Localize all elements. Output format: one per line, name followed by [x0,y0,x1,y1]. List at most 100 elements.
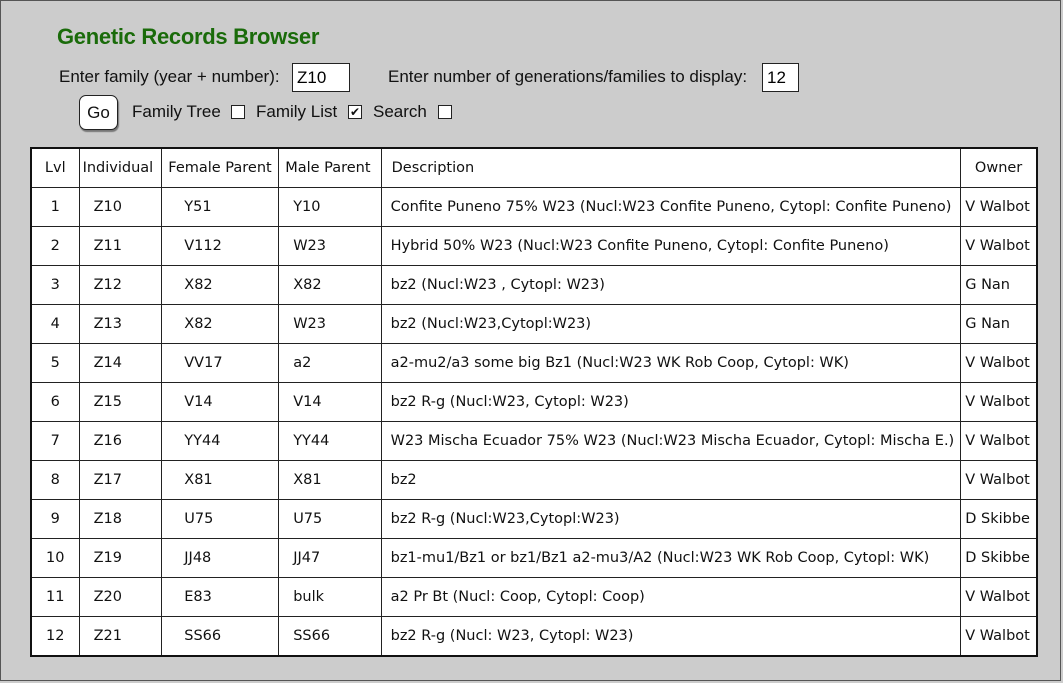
row-description: Confite Puneno 75% W23 (Nucl:W23 Confite… [380,187,962,227]
row-owner: V Walbot [960,616,1038,657]
go-button[interactable]: Go [79,95,118,130]
family-label: Enter family (year + number): [59,67,280,86]
row-owner: G Nan [960,304,1038,344]
row-description: bz2 R-g (Nucl: W23, Cytopl: W23) [380,616,962,657]
row-female-parent: V14 [161,382,280,422]
row-level: 7 [30,421,80,461]
row-owner: D Skibbe [960,499,1038,539]
row-owner: V Walbot [960,577,1038,617]
row-female-parent: JJ48 [161,538,280,578]
family-list-label: Family List [256,102,338,121]
table-row: 2 Z11 V112 W23 Hybrid 50% W23 (Nucl:W23 Conf… [30,226,1038,266]
row-individual: Z10 [78,187,163,227]
row-level: 3 [30,265,80,305]
row-description: bz2 [380,460,962,500]
row-description: a2-mu2/a3 some big Bz1 (Nucl:W23 WK Rob … [380,343,962,383]
row-male-parent: JJ47 [278,538,382,578]
row-owner: G Nan [960,265,1038,305]
row-female-parent: X82 [161,265,280,305]
row-male-parent: bulk [278,577,382,617]
row-description: bz2 (Nucl:W23,Cytopl:W23) [380,304,962,344]
row-male-parent: Y10 [278,187,382,227]
row-level: 6 [30,382,80,422]
row-level: 5 [30,343,80,383]
row-owner: V Walbot [960,343,1038,383]
row-female-parent: YY44 [161,421,280,461]
row-individual: Z11 [78,226,163,266]
row-male-parent: X82 [278,265,382,305]
query-row: Enter family (year + number): Enter numb… [59,63,1059,93]
table-row: 8 Z17 X81 X81 bz2 V Walbot [30,460,1038,500]
row-individual: Z21 [78,616,163,657]
row-female-parent: SS66 [161,616,280,657]
page-title: Genetic Records Browser [57,24,320,49]
row-female-parent: X81 [161,460,280,500]
table-header-row: Lvl Individual Female Parent Male Parent… [30,147,1038,188]
table-row: 4 Z13 X82 W23 bz2 (Nucl:W23,Cytopl:W23) G Nan [30,304,1038,344]
column-header: Lvl [30,147,80,188]
table-row: 5 Z14 VV17 a2 a2-mu2/a3 some big Bz1 (Nucl:W… [30,343,1038,383]
row-level: 8 [30,460,80,500]
row-female-parent: V112 [161,226,280,266]
row-description: Hybrid 50% W23 (Nucl:W23 Confite Puneno,… [380,226,962,266]
table-row: 7 Z16 YY44 YY44 W23 Mischa Ecuador 75% W23 (… [30,421,1038,461]
row-male-parent: W23 [278,226,382,266]
row-level: 9 [30,499,80,539]
family-table: Lvl Individual Female Parent Male Parent… [30,147,1038,657]
row-male-parent: U75 [278,499,382,539]
generations-input[interactable] [762,63,799,92]
table-row: 9 Z18 U75 U75 bz2 R-g (Nucl:W23,Cytopl:W23) D… [30,499,1038,539]
row-individual: Z17 [78,460,163,500]
search-label: Search [373,102,427,121]
row-level: 11 [30,577,80,617]
row-individual: Z20 [78,577,163,617]
row-male-parent: YY44 [278,421,382,461]
family-tree-label: Family Tree [132,102,221,121]
row-level: 12 [30,616,80,657]
row-description: bz1-mu1/Bz1 or bz1/Bz1 a2-mu3/A2 (Nucl:W… [380,538,962,578]
row-female-parent: Y51 [161,187,280,227]
row-description: W23 Mischa Ecuador 75% W23 (Nucl:W23 Mis… [380,421,962,461]
row-female-parent: U75 [161,499,280,539]
table-row: 6 Z15 V14 V14 bz2 R-g (Nucl:W23, Cytopl: W23… [30,382,1038,422]
row-owner: V Walbot [960,460,1038,500]
row-male-parent: V14 [278,382,382,422]
row-description: bz2 R-g (Nucl:W23, Cytopl: W23) [380,382,962,422]
row-individual: Z19 [78,538,163,578]
row-female-parent: X82 [161,304,280,344]
table-row: 10 Z19 JJ48 JJ47 bz1-mu1/Bz1 or bz1/Bz1 a2-m… [30,538,1038,578]
row-owner: V Walbot [960,187,1038,227]
row-individual: Z15 [78,382,163,422]
generations-label: Enter number of generations/families to … [388,67,748,86]
table-row: 3 Z12 X82 X82 bz2 (Nucl:W23 , Cytopl: W23) G … [30,265,1038,305]
family-input[interactable] [292,63,350,92]
row-level: 1 [30,187,80,227]
column-header: Description [380,147,962,188]
row-level: 2 [30,226,80,266]
row-male-parent: a2 [278,343,382,383]
row-female-parent: E83 [161,577,280,617]
row-male-parent: X81 [278,460,382,500]
row-description: bz2 R-g (Nucl:W23,Cytopl:W23) [380,499,962,539]
column-header: Female Parent [161,147,280,188]
family-tree-checkbox[interactable] [231,105,245,119]
search-checkbox[interactable] [438,105,452,119]
row-individual: Z12 [78,265,163,305]
column-header: Male Parent [278,147,382,188]
row-description: bz2 (Nucl:W23 , Cytopl: W23) [380,265,962,305]
row-male-parent: SS66 [278,616,382,657]
row-female-parent: VV17 [161,343,280,383]
row-owner: D Skibbe [960,538,1038,578]
row-owner: V Walbot [960,421,1038,461]
table-row: 12 Z21 SS66 SS66 bz2 R-g (Nucl: W23, Cytopl:… [30,616,1038,657]
column-header: Owner [960,147,1038,188]
row-individual: Z18 [78,499,163,539]
table-row: 11 Z20 E83 bulk a2 Pr Bt (Nucl: Coop, Cytopl… [30,577,1038,617]
row-level: 4 [30,304,80,344]
table-row: 1 Z10 Y51 Y10 Confite Puneno 75% W23 (Nucl:W… [30,187,1038,227]
column-header: Individual [78,147,163,188]
row-individual: Z14 [78,343,163,383]
row-individual: Z16 [78,421,163,461]
family-list-checkbox[interactable]: ✔ [348,105,362,119]
row-individual: Z13 [78,304,163,344]
